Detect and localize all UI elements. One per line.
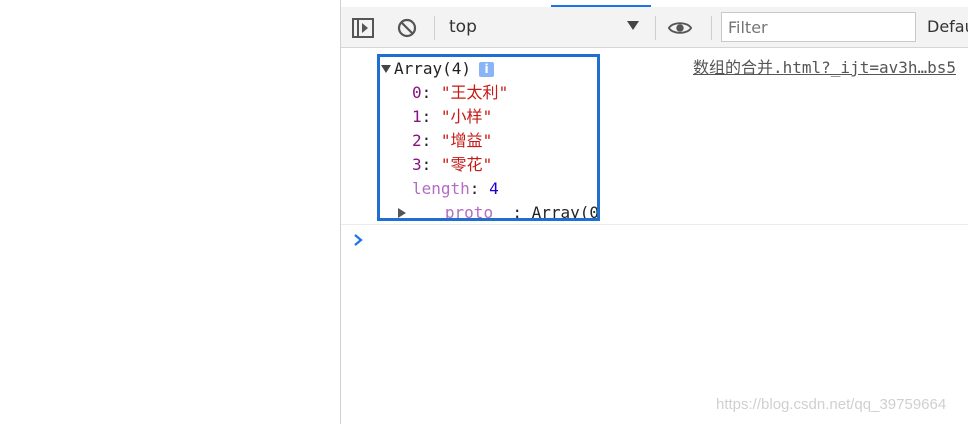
entry-value: "增益" bbox=[440, 131, 493, 150]
array-entry-3: 3: "零花" bbox=[412, 155, 493, 174]
entry-value: "小样" bbox=[440, 107, 493, 126]
length-key: length bbox=[412, 179, 470, 198]
array-entry-2: 2: "增益" bbox=[412, 131, 493, 150]
array-summary-row[interactable]: Array(4) i bbox=[380, 57, 495, 81]
toolbar-divider bbox=[434, 16, 435, 40]
highlighted-array-object: Array(4) i 0: "王太利" 1: "小样" 2: "增益" 3: "零… bbox=[377, 54, 600, 221]
proto-key: __proto__ bbox=[425, 203, 513, 221]
console-toolbar: top Defau bbox=[341, 7, 968, 48]
filter-input[interactable] bbox=[721, 12, 916, 42]
entry-index: 1 bbox=[412, 107, 422, 126]
console-prompt[interactable] bbox=[353, 232, 365, 251]
watermark: https://blog.csdn.net/qq_39759664 bbox=[716, 396, 947, 413]
array-summary: Array(4) bbox=[394, 59, 472, 78]
toggle-sidebar-button[interactable] bbox=[351, 16, 375, 40]
page-content-area bbox=[0, 0, 340, 424]
entry-value: "王太利" bbox=[440, 83, 509, 102]
live-expression-button[interactable] bbox=[668, 16, 692, 40]
toolbar-divider bbox=[655, 16, 656, 40]
context-selector[interactable]: top bbox=[449, 17, 477, 37]
clear-console-button[interactable] bbox=[395, 16, 419, 40]
array-entry-0: 0: "王太利" bbox=[412, 83, 509, 102]
array-proto-row[interactable]: __proto__: Array(0) bbox=[398, 201, 600, 221]
info-icon[interactable]: i bbox=[479, 62, 495, 77]
entry-index: 0 bbox=[412, 83, 422, 102]
eye-icon bbox=[668, 22, 692, 34]
sidebar-icon bbox=[352, 18, 374, 38]
console-messages: 数组的合并.html?_ijt=av3h…bs5 Array(4) i 0: "王… bbox=[341, 48, 968, 246]
entry-index: 3 bbox=[412, 155, 422, 174]
entry-index: 2 bbox=[412, 131, 422, 150]
toolbar-divider bbox=[711, 16, 712, 40]
source-link[interactable]: 数组的合并.html?_ijt=av3h…bs5 bbox=[693, 54, 956, 78]
prompt-chevron-icon bbox=[354, 234, 363, 246]
clear-icon bbox=[397, 18, 417, 38]
proto-value: Array(0) bbox=[531, 203, 600, 221]
devtools-console-panel: top Defau 数组的合并.html?_ijt=av3h…bs5 Array… bbox=[340, 0, 968, 424]
array-length-row: length: 4 bbox=[412, 179, 499, 198]
array-entry-1: 1: "小样" bbox=[412, 107, 493, 126]
collapsed-triangle-icon[interactable] bbox=[398, 207, 406, 218]
log-levels-dropdown[interactable]: Defau bbox=[927, 17, 968, 36]
entry-value: "零花" bbox=[440, 155, 493, 174]
console-message: 数组的合并.html?_ijt=av3h…bs5 Array(4) i 0: "王… bbox=[341, 48, 968, 225]
expanded-triangle-icon[interactable] bbox=[381, 65, 391, 73]
dropdown-arrow-icon[interactable] bbox=[627, 21, 639, 30]
length-value: 4 bbox=[489, 179, 499, 198]
